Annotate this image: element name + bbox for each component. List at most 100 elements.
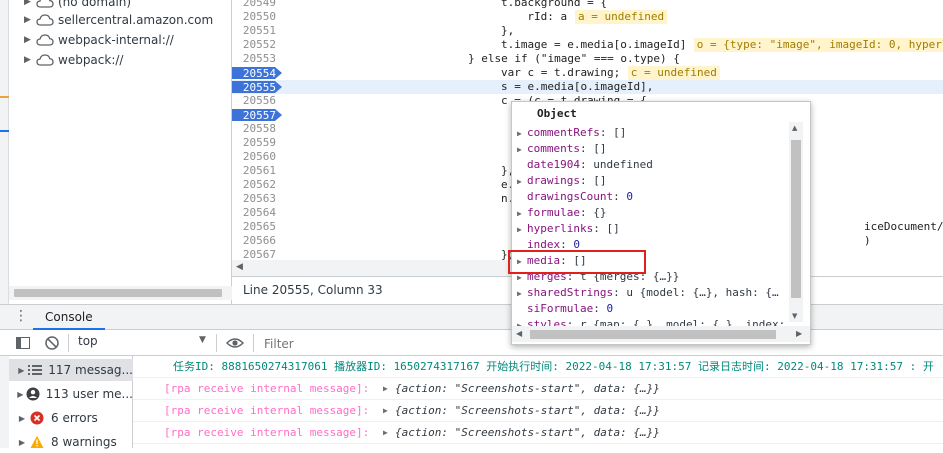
log-message[interactable]: 任务ID: 8881650274317061 播放器ID: 1650274317…: [133, 356, 943, 378]
log-message[interactable]: [rpa receive internal message]: ▶ {action:…: [133, 400, 943, 422]
expand-arrow-icon[interactable]: ▶: [517, 206, 527, 221]
breakpoint-marker[interactable]: 20557: [232, 109, 282, 121]
line-number[interactable]: 20566: [232, 234, 276, 248]
tree-item-1[interactable]: ▶ sellercentral.amazon.com: [24, 10, 213, 30]
expand-arrow-icon[interactable]: ▶: [24, 55, 34, 65]
property-colon: :: [579, 174, 594, 187]
highlight-box: [508, 250, 646, 274]
editor-horizontal-scrollbar[interactable]: ◀: [232, 260, 511, 276]
line-number[interactable]: 20559: [232, 136, 276, 150]
line-number[interactable]: 20550: [232, 10, 276, 24]
scroll-up-icon[interactable]: ▲: [792, 124, 797, 132]
scroll-right-icon[interactable]: ▶: [796, 329, 802, 338]
property-colon: :: [613, 286, 627, 299]
popover-scroll-thumb[interactable]: [791, 140, 801, 298]
warning-icon: [29, 435, 45, 449]
object-property-hyperlinks[interactable]: ▶ hyperlinks: []: [517, 221, 787, 237]
expand-arrow-icon[interactable]: ▶: [24, 35, 34, 45]
cloud-icon: [36, 54, 54, 66]
code-line[interactable]: 20552 t.image = e.media[o.imageId] o = {ty…: [232, 38, 943, 52]
scroll-left-icon[interactable]: ◀: [236, 262, 243, 272]
sidebar-toggle-icon[interactable]: [15, 335, 31, 351]
expand-arrow-icon[interactable]: ▶: [517, 286, 527, 301]
sidebar-filter-0[interactable]: ▶ 117 messag...: [9, 359, 133, 381]
object-property-siFormulae[interactable]: siFormulae: 0: [517, 301, 787, 317]
code-text: },: [501, 24, 515, 37]
object-property-commentRefs[interactable]: ▶ commentRefs: []: [517, 125, 787, 141]
object-property-comments[interactable]: ▶ comments: []: [517, 141, 787, 157]
expand-arrow-icon[interactable]: ▶: [15, 414, 29, 423]
expand-arrow-icon[interactable]: ▶: [383, 378, 388, 400]
expand-arrow-icon[interactable]: ▶: [517, 222, 527, 237]
clear-console-icon[interactable]: [44, 335, 60, 351]
dropdown-arrow-icon[interactable]: ▼: [199, 335, 206, 345]
sidebar-filter-label: 117 messag...: [48, 363, 133, 377]
edge-marker: [0, 130, 9, 132]
left-scroll-thumb[interactable]: [14, 289, 222, 297]
line-number[interactable]: 20563: [232, 192, 276, 206]
scroll-left-icon[interactable]: ◀: [516, 329, 522, 338]
code-line[interactable]: 20550 rId: a a = undefined: [232, 10, 943, 24]
object-property-sharedStrings[interactable]: ▶ sharedStrings: u {model: {…}, hash: {…: [517, 285, 787, 301]
sidebar-filter-1[interactable]: ▶ 113 user me...: [9, 383, 133, 405]
expand-arrow-icon[interactable]: ▶: [24, 15, 34, 25]
log-prefix: [rpa receive internal message]:: [164, 404, 370, 417]
log-object[interactable]: {action: "Screenshots-start", data: {…}}: [395, 422, 660, 444]
context-selector[interactable]: top: [78, 334, 98, 348]
line-number[interactable]: 20551: [232, 24, 276, 38]
code-text: ): [864, 234, 871, 247]
line-number[interactable]: 20556: [232, 94, 276, 108]
property-value: []: [593, 142, 607, 155]
popover-horizontal-thumb[interactable]: [530, 330, 776, 339]
breakpoint-marker[interactable]: 20554: [232, 67, 282, 79]
line-number[interactable]: 20553: [232, 52, 276, 66]
line-number[interactable]: 20552: [232, 38, 276, 52]
expand-arrow-icon[interactable]: ▶: [15, 438, 29, 447]
toolbar-divider: [216, 334, 217, 352]
cloud-icon: [36, 0, 54, 8]
log-message[interactable]: [rpa receive internal message]: ▶ {action:…: [133, 422, 943, 444]
line-number[interactable]: 20564: [232, 206, 276, 220]
code-line[interactable]: 20554 var c = t.drawing; c = undefined: [232, 66, 943, 80]
code-line[interactable]: 20549 t.background = {: [232, 0, 943, 10]
line-number[interactable]: 20558: [232, 122, 276, 136]
expand-arrow-icon[interactable]: ▶: [517, 142, 527, 157]
tree-item-2[interactable]: ▶ webpack-internal://: [24, 30, 174, 50]
line-number[interactable]: 20549: [232, 0, 276, 10]
log-object[interactable]: {action: "Screenshots-start", data: {…}}: [395, 378, 660, 400]
object-property-formulae[interactable]: ▶ formulae: {}: [517, 205, 787, 221]
breakpoint-marker[interactable]: 20555: [232, 81, 282, 93]
object-property-date1904[interactable]: date1904: undefined: [517, 157, 787, 173]
line-number[interactable]: 20561: [232, 164, 276, 178]
scroll-down-icon[interactable]: ▼: [792, 312, 797, 320]
property-value: 0: [626, 190, 633, 203]
code-text: } else if ("image" === o.type) {: [468, 52, 680, 65]
sidebar-filter-3[interactable]: ▶ 8 warnings: [9, 431, 133, 453]
object-property-drawingsCount[interactable]: drawingsCount: 0: [517, 189, 787, 205]
more-tabs-icon[interactable]: ⋮: [14, 309, 28, 323]
code-line[interactable]: 20553 } else if ("image" === o.type) {: [232, 52, 943, 66]
log-prefix: [rpa receive internal message]:: [164, 426, 370, 439]
eye-icon[interactable]: [226, 335, 244, 351]
tab-console[interactable]: Console: [33, 305, 105, 330]
property-key: drawings: [527, 174, 580, 187]
object-property-drawings[interactable]: ▶ drawings: []: [517, 173, 787, 189]
code-line[interactable]: 20555 s = e.media[o.imageId],: [232, 80, 943, 94]
expand-arrow-icon[interactable]: ▶: [383, 400, 388, 422]
property-value: []: [593, 174, 607, 187]
line-number[interactable]: 20565: [232, 220, 276, 234]
expand-arrow-icon[interactable]: ▶: [517, 174, 527, 189]
expand-arrow-icon[interactable]: ▶: [383, 422, 388, 444]
tree-item-3[interactable]: ▶ webpack://: [24, 50, 123, 70]
sidebar-filter-2[interactable]: ▶ 6 errors: [9, 407, 133, 429]
property-colon: :: [593, 222, 607, 235]
expand-arrow-icon[interactable]: ▶: [517, 126, 527, 141]
line-number[interactable]: 20560: [232, 150, 276, 164]
code-line[interactable]: 20551},: [232, 24, 943, 38]
log-message[interactable]: [rpa receive internal message]: ▶ {action:…: [133, 378, 943, 400]
expand-arrow-icon[interactable]: ▶: [15, 366, 28, 375]
line-number[interactable]: 20562: [232, 178, 276, 192]
expand-arrow-icon[interactable]: ▶: [24, 0, 34, 7]
expand-arrow-icon[interactable]: ▶: [15, 390, 26, 399]
log-object[interactable]: {action: "Screenshots-start", data: {…}}: [395, 400, 660, 422]
